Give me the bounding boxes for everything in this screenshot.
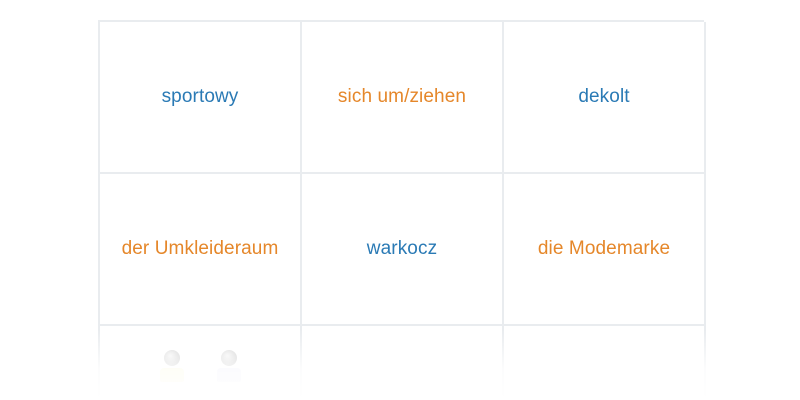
word-card-label: die Modemarke xyxy=(537,238,671,259)
word-card-label: dekolt xyxy=(578,86,630,107)
word-card[interactable]: sportowy xyxy=(100,22,302,174)
word-card-label: sportowy xyxy=(161,86,239,107)
word-card[interactable]: warkocz xyxy=(302,174,504,326)
card-grid: sportowy sich um/ziehen dekolt der Umkle… xyxy=(98,20,706,326)
word-card-label: der Umkleideraum xyxy=(121,238,279,259)
player-avatars-cell xyxy=(100,324,302,400)
word-card[interactable]: sich um/ziehen xyxy=(302,22,504,174)
word-card[interactable] xyxy=(302,324,504,400)
word-card[interactable]: die Modemarke xyxy=(504,174,706,326)
word-card[interactable]: dekolt xyxy=(504,22,706,174)
card-row-partial xyxy=(98,324,706,400)
user-avatar-icon xyxy=(158,346,186,386)
word-card[interactable] xyxy=(504,324,706,400)
memory-game-board: sportowy sich um/ziehen dekolt der Umkle… xyxy=(0,0,800,400)
word-card-label: sich um/ziehen xyxy=(337,86,467,107)
user-avatar-icon xyxy=(215,346,243,386)
word-card[interactable]: der Umkleideraum xyxy=(100,174,302,326)
word-card-label: warkocz xyxy=(366,238,438,259)
